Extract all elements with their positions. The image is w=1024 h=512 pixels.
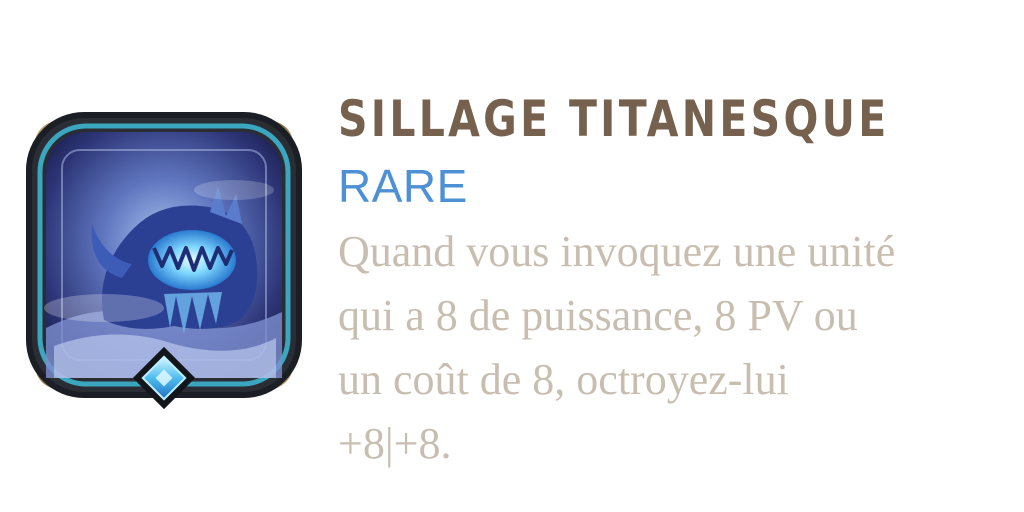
titan-wake-monster-icon — [26, 112, 302, 410]
card-description: Quand vous invoquez une unité qui a 8 de… — [338, 227, 896, 468]
card-title: SILLAGE TITANESQUE — [338, 90, 890, 148]
card-icon — [14, 98, 314, 414]
card-info: SILLAGE TITANESQUE RARE Quand vous invoq… — [338, 80, 1018, 476]
rarity-label: RARE — [338, 160, 468, 212]
